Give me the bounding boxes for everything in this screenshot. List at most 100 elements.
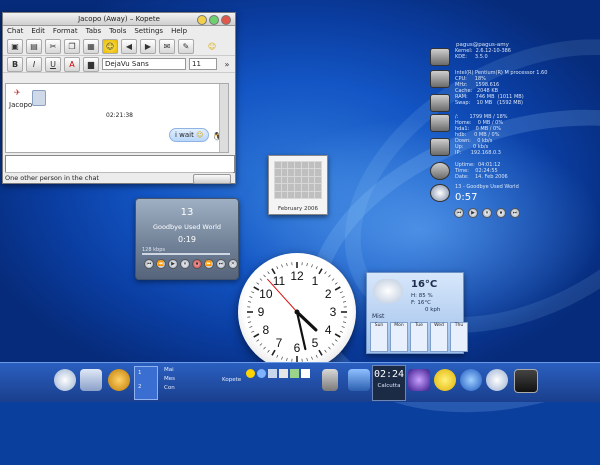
menu-edit[interactable]: Edit: [31, 26, 45, 37]
progress-bar[interactable]: [142, 253, 230, 255]
amarok-player-widget[interactable]: 13 Goodbye Used World 0:19 128 kbps ⏮ ⏪ …: [135, 198, 239, 280]
send-button[interactable]: [193, 174, 231, 184]
bold-icon[interactable]: B: [7, 57, 23, 72]
save-icon[interactable]: ▣: [7, 39, 23, 54]
wallpaper-icon[interactable]: [408, 369, 430, 391]
clock-tick: [277, 266, 278, 269]
tray-battery-icon[interactable]: [290, 369, 299, 378]
smiley-icon[interactable]: [434, 369, 456, 391]
tray-volume-icon[interactable]: [279, 369, 288, 378]
photo-icon[interactable]: [348, 369, 370, 391]
send-file-icon[interactable]: ✉: [159, 39, 175, 54]
stop-button[interactable]: ⏹: [192, 259, 202, 269]
font-family-select[interactable]: DejaVu Sans: [102, 58, 186, 70]
player-time: 0:57: [455, 192, 519, 203]
desktop-pager[interactable]: 1 2: [134, 366, 158, 400]
taskbar: 1 2 Mai Mes Con Kopete 02:24 Calcutta: [0, 362, 600, 402]
track-number: 13: [136, 207, 238, 218]
cut-icon[interactable]: ✂: [45, 39, 61, 54]
clock-tick: [343, 322, 346, 323]
sysmon-text: Intel(R) Pentium(R) M processor 1.60 CPU…: [455, 70, 547, 94]
background-color-icon[interactable]: ▆: [83, 57, 99, 72]
font-size-select[interactable]: 11: [189, 58, 217, 70]
next-button[interactable]: ⏭: [216, 259, 226, 269]
wind-speed: 0 kph: [425, 307, 440, 313]
clock-tick: [248, 322, 251, 323]
menu-tools[interactable]: Tools: [109, 26, 126, 37]
tray-clipboard-icon[interactable]: [301, 369, 310, 378]
rewind-button[interactable]: ⏪: [156, 259, 166, 269]
konqueror-icon[interactable]: [108, 369, 130, 391]
clock-numeral: 11: [273, 274, 286, 288]
clock-tick: [251, 331, 254, 332]
tray-smiley-icon[interactable]: [246, 369, 255, 378]
apple-menu-icon[interactable]: [54, 369, 76, 391]
copy-icon[interactable]: ❐: [64, 39, 80, 54]
play-icon[interactable]: ▶: [468, 208, 478, 218]
clock-numeral: 4: [325, 323, 332, 337]
kopete-chat-window[interactable]: Jacopo (Away) – Kopete Chat Edit Format …: [2, 12, 236, 184]
forward-icon[interactable]: ▶: [140, 39, 156, 54]
clock-tick: [260, 279, 262, 281]
stop-icon[interactable]: ⏹: [496, 208, 506, 218]
next-icon[interactable]: ⏭: [510, 208, 520, 218]
menu-settings[interactable]: Settings: [134, 26, 163, 37]
kopete-task[interactable]: Kopete: [222, 377, 241, 384]
network-icon: [430, 138, 450, 156]
close-button[interactable]: [221, 15, 231, 25]
task-item[interactable]: Con: [164, 385, 175, 392]
close-player-button[interactable]: ✕: [228, 259, 238, 269]
paste-icon[interactable]: ▦: [83, 39, 99, 54]
minimize-button[interactable]: [197, 15, 207, 25]
clock-tick: [248, 302, 251, 303]
invite-icon[interactable]: ✎: [178, 39, 194, 54]
previous-icon[interactable]: ⏮: [454, 208, 464, 218]
task-item[interactable]: Mai: [164, 367, 174, 374]
toolbar-extend-icon[interactable]: »: [220, 58, 234, 71]
menu-tabs[interactable]: Tabs: [86, 26, 102, 37]
menu-format[interactable]: Format: [53, 26, 78, 37]
italic-icon[interactable]: I: [26, 57, 42, 72]
calendar-photo-frame[interactable]: February 2006: [268, 155, 328, 215]
menu-chat[interactable]: Chat: [7, 26, 23, 37]
clock-numeral: 12: [290, 269, 304, 283]
clock-icon: [430, 162, 450, 180]
task-item[interactable]: Mes: [164, 376, 175, 383]
chat-scrollbar[interactable]: [219, 84, 228, 152]
smiley-icon[interactable]: ☺: [102, 39, 118, 54]
terminal-icon[interactable]: [514, 369, 538, 393]
computer-icon[interactable]: [80, 369, 102, 391]
analog-clock-widget[interactable]: 123456789101112: [238, 253, 356, 371]
clock-tick: [257, 283, 259, 285]
window-titlebar[interactable]: Jacopo (Away) – Kopete: [3, 13, 235, 26]
play-button[interactable]: ▶: [168, 259, 178, 269]
fast-forward-button[interactable]: ⏩: [204, 259, 214, 269]
globe-icon[interactable]: [460, 369, 482, 391]
text-color-icon[interactable]: A: [64, 57, 80, 72]
desktop-1[interactable]: 1: [138, 370, 142, 377]
digital-clock[interactable]: 02:24 Calcutta: [372, 365, 406, 401]
message-input[interactable]: [5, 155, 235, 173]
menu-help[interactable]: Help: [171, 26, 187, 37]
tray-network-icon[interactable]: [268, 369, 277, 378]
clock-tick: [282, 357, 283, 360]
contact-smiley-icon: ☺: [205, 40, 219, 53]
clock-numeral: 1: [312, 274, 319, 288]
weather-widget[interactable]: 16°C H: 85 % F: 16°C 0 kph Mist Sun Mon …: [366, 272, 464, 354]
temperature: 16°C: [411, 279, 437, 290]
clock-tick: [307, 263, 308, 266]
pause-icon[interactable]: ⏸: [482, 208, 492, 218]
clock-numeral: 8: [262, 323, 269, 337]
clock-time: 02:24: [373, 369, 405, 380]
back-icon[interactable]: ◀: [121, 39, 137, 54]
forecast-days: Sun Mon Tue Wed Thu: [370, 322, 468, 352]
pause-button[interactable]: ⏸: [180, 259, 190, 269]
previous-button[interactable]: ⏮: [144, 259, 154, 269]
print-icon[interactable]: ▤: [26, 39, 42, 54]
trash-icon[interactable]: [322, 369, 338, 391]
network-icon[interactable]: [486, 369, 508, 391]
tray-globe-icon[interactable]: [257, 369, 266, 378]
underline-icon[interactable]: U: [45, 57, 61, 72]
maximize-button[interactable]: [209, 15, 219, 25]
desktop-2[interactable]: 2: [138, 384, 142, 391]
